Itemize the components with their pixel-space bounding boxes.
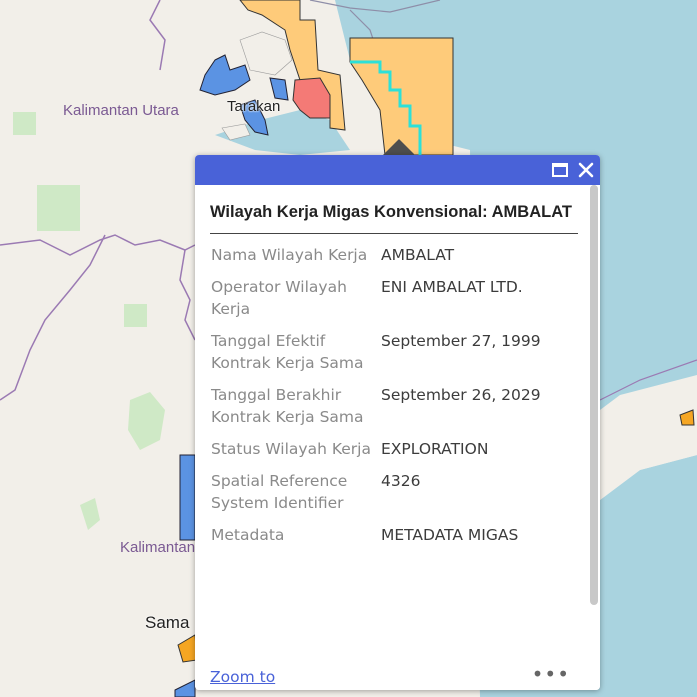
park-area	[37, 185, 80, 231]
attribute-value: 4326	[381, 472, 421, 490]
label-tarakan: Tarakan	[227, 98, 281, 115]
popup-header	[195, 155, 600, 185]
park-area	[13, 112, 36, 135]
attribute-row: Tanggal Efektif Kontrak Kerja Sama Septem…	[211, 330, 566, 384]
attribute-value: September 27, 1999	[381, 332, 541, 350]
attribute-key: Status Wilayah Kerja	[211, 440, 371, 458]
attribute-key: Nama Wilayah Kerja	[211, 246, 368, 264]
label-samarinda: Sama	[145, 613, 190, 632]
maximize-icon[interactable]	[549, 159, 571, 181]
attribute-table: Nama Wilayah Kerja AMBALAT Operator Wilaya…	[211, 244, 566, 556]
label-kalimantan-utara: Kalimantan Utara	[63, 102, 179, 119]
popup-title: Wilayah Kerja Migas Konvensional: AMBALA…	[210, 201, 578, 234]
attribute-row: Spatial Reference System Identifier 4326	[211, 470, 566, 524]
popup-footer: Zoom to •••	[195, 662, 600, 690]
attribute-row: Status Wilayah Kerja EXPLORATION	[211, 438, 566, 470]
more-options-icon[interactable]: •••	[532, 664, 570, 684]
attribute-key: Metadata	[211, 526, 285, 544]
feature-popup: Wilayah Kerja Migas Konvensional: AMBALA…	[195, 155, 600, 690]
scrollbar[interactable]	[590, 185, 598, 660]
block-blue[interactable]	[179, 454, 196, 541]
attribute-row: Operator Wilayah Kerja ENI AMBALAT LTD.	[211, 276, 566, 330]
close-icon[interactable]	[575, 159, 597, 181]
label-kalimantan-timur: Kalimantan	[120, 539, 196, 556]
attribute-value: ENI AMBALAT LTD.	[381, 278, 523, 296]
sea-bottom-right	[600, 455, 697, 697]
scrollbar-thumb[interactable]	[590, 185, 598, 605]
attribute-key: Tanggal Efektif Kontrak Kerja Sama	[211, 332, 364, 372]
attribute-value: September 26, 2029	[381, 386, 541, 404]
attribute-value: EXPLORATION	[381, 440, 489, 458]
attribute-row: Metadata METADATA MIGAS	[211, 524, 566, 556]
attribute-row: Tanggal Berakhir Kontrak Kerja Sama Septe…	[211, 384, 566, 438]
attribute-value: AMBALAT	[381, 246, 455, 264]
attribute-row: Nama Wilayah Kerja AMBALAT	[211, 244, 566, 276]
attribute-key: Tanggal Berakhir Kontrak Kerja Sama	[211, 386, 364, 426]
zoom-to-link[interactable]: Zoom to	[210, 668, 275, 686]
attribute-key: Spatial Reference System Identifier	[211, 472, 348, 512]
attribute-value: METADATA MIGAS	[381, 526, 519, 544]
park-area	[124, 304, 147, 327]
attribute-key: Operator Wilayah Kerja	[211, 278, 347, 318]
popup-pointer	[382, 139, 416, 156]
popup-content[interactable]: Wilayah Kerja Migas Konvensional: AMBALA…	[195, 185, 588, 662]
